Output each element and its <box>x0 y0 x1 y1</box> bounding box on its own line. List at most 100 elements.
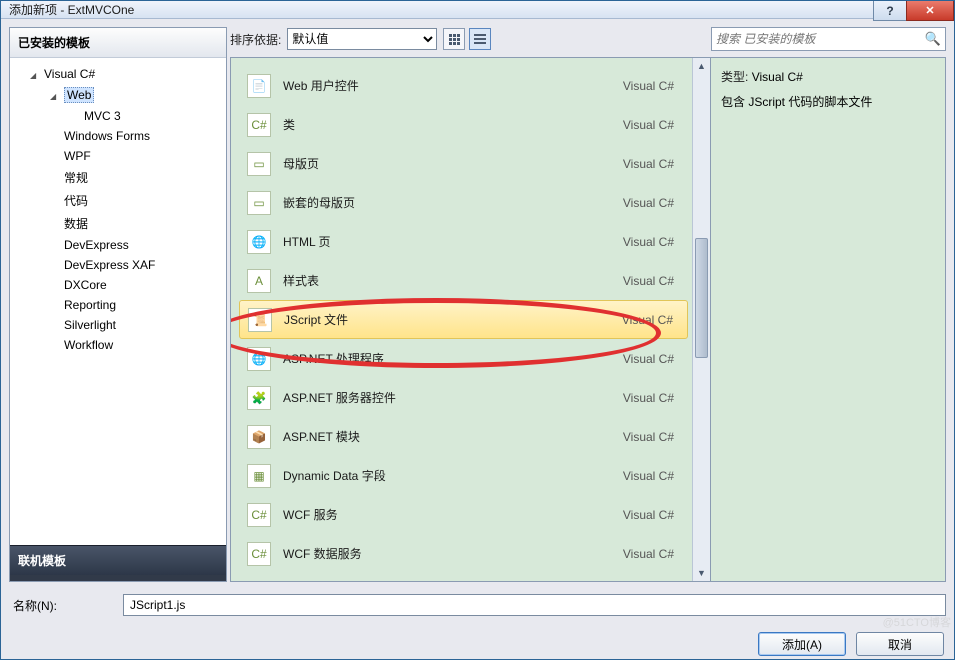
tree-node[interactable]: Windows Forms <box>10 126 226 146</box>
template-icon: 📄 <box>247 74 271 98</box>
tree-node[interactable]: Web <box>10 84 226 106</box>
template-item[interactable]: 🌐 ASP.NET 处理程序 Visual C# <box>239 339 688 378</box>
toolbar: 排序依据: 默认值 🔍 <box>230 27 946 57</box>
template-item[interactable]: 📦ASP.NET 模块Visual C# <box>239 417 688 456</box>
tree-node-label: 数据 <box>64 215 88 232</box>
tree-node-label: Web <box>64 87 94 103</box>
sort-dropdown[interactable]: 默认值 <box>287 28 437 50</box>
detail-type-label: 类型: <box>721 70 748 84</box>
template-icon: C# <box>247 542 271 566</box>
scroll-down-icon[interactable] <box>693 565 710 581</box>
tree-node-label: 常规 <box>64 169 88 186</box>
template-label: Web 用户控件 <box>283 77 611 94</box>
template-category: Visual C# <box>623 79 680 93</box>
template-item[interactable]: 🧩ASP.NET 服务器控件Visual C# <box>239 378 688 417</box>
template-icon: 📜 <box>248 308 272 332</box>
template-item[interactable]: ▭嵌套的母版页Visual C# <box>239 183 688 222</box>
view-list-button[interactable] <box>469 28 491 50</box>
tree-node[interactable]: WPF <box>10 146 226 166</box>
search-input[interactable] <box>716 32 925 46</box>
tree-node[interactable]: Reporting <box>10 295 226 315</box>
dialog-body: 已安装的模板 Visual C# Web MVC 3 Windows FormsWPF… <box>1 19 954 666</box>
online-templates-header[interactable]: 联机模板 <box>10 545 226 575</box>
template-category: Visual C# <box>623 391 680 405</box>
template-item[interactable]: C#类Visual C# <box>239 105 688 144</box>
tree-node-label: DevExpress XAF <box>64 258 155 272</box>
tree-node[interactable]: MVC 3 <box>10 106 226 126</box>
name-label: 名称(N): <box>9 597 57 614</box>
tree-node-label: DevExpress <box>64 238 129 252</box>
template-icon: 🌐 <box>247 230 271 254</box>
template-icon: 📦 <box>247 425 271 449</box>
tree-node[interactable]: DevExpress <box>10 235 226 255</box>
dialog-window: 添加新项 - ExtMVCOne 已安装的模板 Visual C# Web MVC … <box>0 0 955 660</box>
tree-node-label: Reporting <box>64 298 116 312</box>
template-category: Visual C# <box>623 196 680 210</box>
scroll-up-icon[interactable] <box>693 58 710 74</box>
template-icon: ▦ <box>247 464 271 488</box>
tree-node[interactable]: DXCore <box>10 275 226 295</box>
cancel-button[interactable]: 取消 <box>856 632 944 656</box>
template-item[interactable]: ▦Dynamic Data 字段Visual C# <box>239 456 688 495</box>
template-category: Visual C# <box>622 313 679 327</box>
tree-node[interactable]: Workflow <box>10 335 226 355</box>
template-item[interactable]: 🌐HTML 页Visual C# <box>239 222 688 261</box>
tree-node-label: MVC 3 <box>84 109 121 123</box>
view-small-icons-button[interactable] <box>443 28 465 50</box>
template-label: WCF 数据服务 <box>283 545 611 562</box>
tree-node[interactable]: Visual C# <box>10 64 226 84</box>
tree-node-label: 代码 <box>64 192 88 209</box>
template-icon: 🌐 <box>247 347 271 371</box>
detail-type-value: Visual C# <box>752 70 803 84</box>
tree-arrow-icon <box>30 67 40 81</box>
tree-node[interactable]: DevExpress XAF <box>10 255 226 275</box>
list-scrollbar[interactable] <box>692 58 710 581</box>
close-button[interactable] <box>906 1 954 21</box>
template-category: Visual C# <box>623 547 680 561</box>
template-label: ASP.NET 处理程序 <box>283 350 611 367</box>
template-icon: ▭ <box>247 152 271 176</box>
template-item[interactable]: 📄 Web 用户控件 Visual C# <box>239 66 688 105</box>
template-label: 类 <box>283 116 611 133</box>
template-item[interactable]: ▭母版页Visual C# <box>239 144 688 183</box>
template-item[interactable]: 📜 JScript 文件 Visual C# <box>239 300 688 339</box>
online-templates-body <box>10 575 226 581</box>
template-label: HTML 页 <box>283 233 611 250</box>
tree-node[interactable]: Silverlight <box>10 315 226 335</box>
template-item[interactable]: C# WCF 服务 Visual C# <box>239 495 688 534</box>
sort-label: 排序依据: <box>230 31 281 48</box>
titlebar[interactable]: 添加新项 - ExtMVCOne <box>1 1 954 19</box>
template-category: Visual C# <box>623 157 680 171</box>
window-title: 添加新项 - ExtMVCOne <box>1 1 134 18</box>
category-sidebar: 已安装的模板 Visual C# Web MVC 3 Windows FormsWPF… <box>9 27 227 582</box>
template-label: WCF 服务 <box>283 506 611 523</box>
detail-pane: 类型: Visual C# 包含 JScript 代码的脚本文件 <box>711 57 946 582</box>
add-button[interactable]: 添加(A) <box>758 632 846 656</box>
scroll-thumb[interactable] <box>695 238 708 358</box>
template-label: ASP.NET 服务器控件 <box>283 389 611 406</box>
tree-node[interactable]: 常规 <box>10 166 226 189</box>
installed-templates-header[interactable]: 已安装的模板 <box>10 28 226 58</box>
template-category: Visual C# <box>623 352 680 366</box>
button-row: 添加(A) 取消 <box>9 628 946 658</box>
search-icon[interactable]: 🔍 <box>925 31 941 47</box>
name-input[interactable] <box>123 594 946 616</box>
template-label: Dynamic Data 字段 <box>283 467 611 484</box>
template-label: JScript 文件 <box>284 311 610 328</box>
template-list: 📄Web 用户控件Visual C#C#类Visual C#▭母版页Visual… <box>230 57 711 582</box>
template-icon: C# <box>247 503 271 527</box>
template-label: 嵌套的母版页 <box>283 194 611 211</box>
template-category: Visual C# <box>623 508 680 522</box>
template-label: 样式表 <box>283 272 611 289</box>
template-label: ASP.NET 模块 <box>283 428 611 445</box>
tree-node-label: Silverlight <box>64 318 116 332</box>
template-item[interactable]: A样式表Visual C# <box>239 261 688 300</box>
template-tree: Visual C# Web MVC 3 Windows FormsWPF 常规代码数据 D… <box>10 58 226 361</box>
template-item[interactable]: C# WCF 数据服务 Visual C# <box>239 534 688 573</box>
search-box[interactable]: 🔍 <box>711 27 946 51</box>
template-category: Visual C# <box>623 118 680 132</box>
tree-node[interactable]: 代码 <box>10 189 226 212</box>
help-button[interactable] <box>873 1 907 21</box>
tree-node[interactable]: 数据 <box>10 212 226 235</box>
tree-node-label: DXCore <box>64 278 107 292</box>
